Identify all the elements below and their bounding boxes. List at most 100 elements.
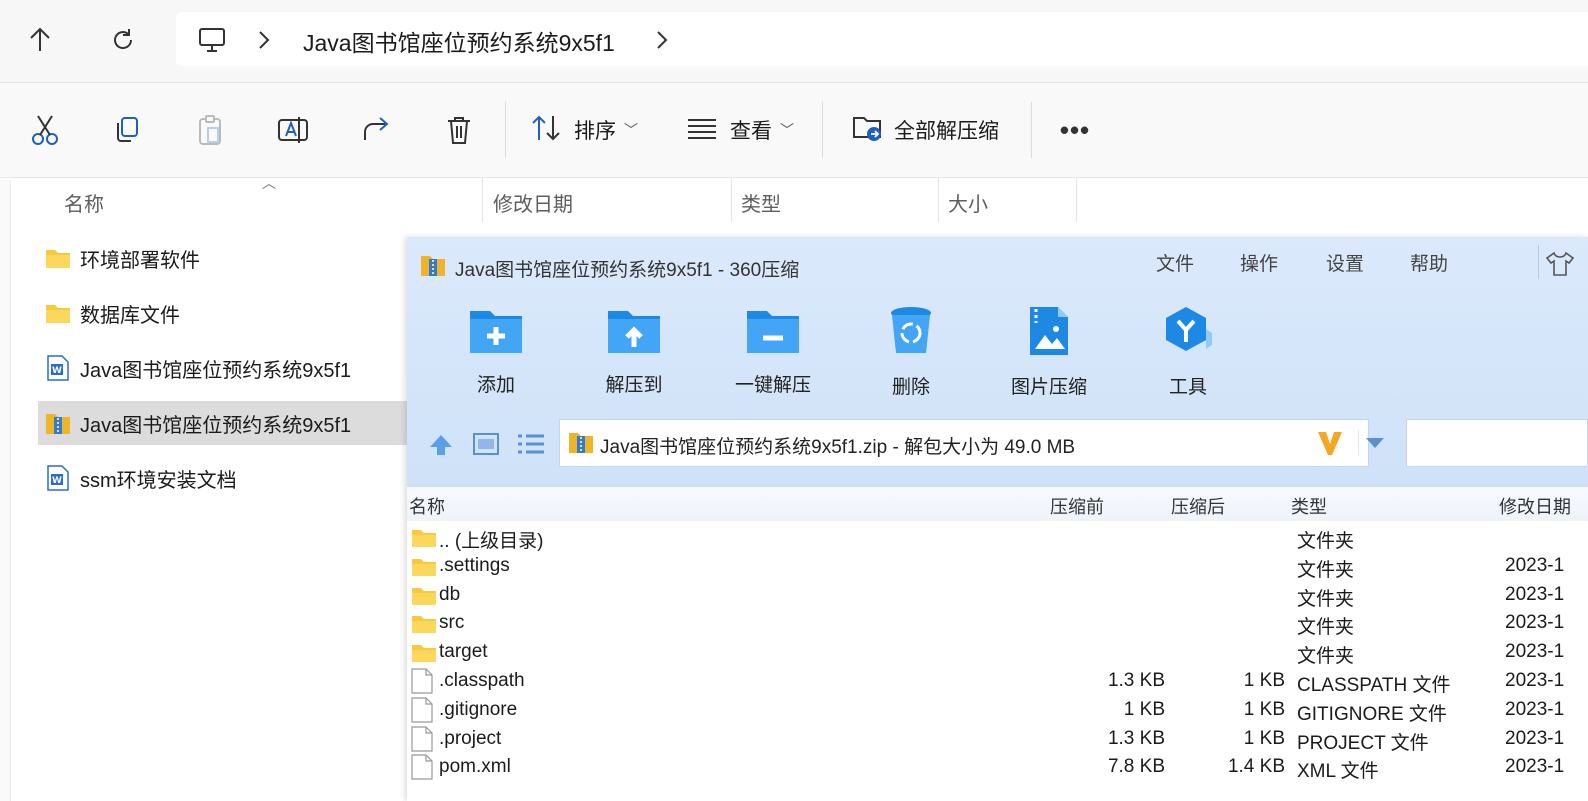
archive-row-type: 文件夹	[1297, 531, 1355, 552]
archive-column-headers: 名称 压缩前 压缩后 类型 修改日期	[407, 487, 1588, 521]
file-name: 环境部署软件	[80, 249, 200, 272]
archive-row-name: .project	[439, 727, 502, 749]
archive-row-type: GITIGNORE 文件	[1297, 703, 1447, 725]
archive-col-date[interactable]: 修改日期	[1499, 493, 1571, 519]
column-divider[interactable]	[1076, 178, 1077, 222]
archive-row-type: PROJECT 文件	[1297, 732, 1429, 754]
more-options-icon[interactable]: •••	[1056, 110, 1094, 150]
archive-row-type: 文件夹	[1297, 617, 1355, 639]
image-compress-button[interactable]: 图片压缩	[994, 305, 1104, 405]
archiver-title: Java图书馆座位预约系统9x5f1 - 360压缩	[455, 260, 800, 281]
cut-icon[interactable]	[24, 110, 66, 150]
delete-icon[interactable]	[438, 110, 480, 150]
up-arrow-icon[interactable]	[22, 22, 58, 58]
archive-row-name: pom.xml	[439, 756, 511, 778]
chevron-down-icon: ﹀	[780, 122, 794, 138]
archive-row[interactable]: .settings 文件夹 2023-1	[407, 552, 1588, 581]
file-row-selected[interactable]: Java图书馆座位预约系统9x5f1	[38, 401, 408, 445]
archive-row-type: 文件夹	[1297, 588, 1355, 610]
column-header-type[interactable]: 类型	[741, 188, 781, 217]
sort-icon	[530, 114, 562, 147]
archive-col-name[interactable]: 名称	[409, 493, 445, 519]
archive-path-bar[interactable]: Java图书馆座位预约系统9x5f1.zip - 解包大小为 49.0 MB	[559, 419, 1384, 467]
zip-archive-icon	[44, 409, 72, 437]
archive-row[interactable]: db 文件夹 2023-1	[407, 581, 1588, 610]
file-row[interactable]: W Java图书馆座位预约系统9x5f1	[38, 346, 408, 390]
folder-icon	[411, 643, 437, 669]
column-divider[interactable]	[938, 178, 939, 222]
file-row[interactable]: 环境部署软件	[38, 236, 408, 280]
archive-row-type: CLASSPATH 文件	[1297, 675, 1451, 696]
this-pc-icon[interactable]	[194, 22, 230, 58]
menu-settings[interactable]: 设置	[1326, 249, 1364, 276]
view-lines-icon	[686, 116, 718, 145]
archive-row-date: 2023-1	[1505, 698, 1565, 720]
archive-row[interactable]: pom.xml 7.8 KB 1.4 KB XML 文件 2023-1	[407, 753, 1588, 782]
archive-search-box[interactable]	[1406, 419, 1588, 467]
tools-label: 工具	[1168, 377, 1207, 398]
navigation-pane-edge	[0, 180, 11, 801]
chevron-right-icon[interactable]	[655, 30, 669, 55]
sort-button[interactable]: 排序 ﹀	[530, 110, 638, 150]
folder-icon	[44, 244, 72, 272]
archive-col-before[interactable]: 压缩前	[1050, 493, 1104, 519]
list-view-icon[interactable]	[517, 433, 545, 460]
archive-row-size-after: 1 KB	[1243, 727, 1285, 749]
folder-icon	[411, 586, 437, 612]
share-icon[interactable]	[355, 110, 397, 150]
extract-all-label: 全部解压缩	[894, 120, 999, 143]
archive-row[interactable]: .classpath 1.3 KB 1 KB CLASSPATH 文件 2023-1	[407, 667, 1588, 696]
breadcrumb-current-folder[interactable]: Java图书馆座位预约系统9x5f1	[303, 24, 615, 58]
archive-row-date: 2023-1	[1505, 612, 1565, 634]
recycle-delete-icon	[889, 305, 933, 362]
file-icon	[411, 754, 433, 786]
verified-v-icon[interactable]	[1316, 429, 1344, 462]
archive-file-list: .. (上级目录) 文件夹 .settings 文件夹 2023-1 db 文件夹 2023-…	[407, 523, 1588, 801]
archive-row-date: 2023-1	[1505, 670, 1565, 691]
column-header-name[interactable]: 名称	[64, 188, 104, 217]
archive-row-size-after: 1 KB	[1243, 670, 1285, 691]
refresh-icon[interactable]	[105, 22, 141, 58]
tools-button[interactable]: 工具	[1133, 305, 1243, 405]
add-button[interactable]: 添加	[441, 305, 551, 405]
archive-row-date: 2023-1	[1505, 583, 1565, 605]
archive-row[interactable]: target 文件夹 2023-1	[407, 638, 1588, 667]
svg-text:W: W	[52, 476, 62, 486]
file-name: 数据库文件	[80, 304, 180, 327]
up-level-icon[interactable]	[428, 433, 454, 462]
archive-row-name: db	[439, 583, 461, 605]
file-row[interactable]: 数据库文件	[38, 291, 408, 335]
archive-row-type: 文件夹	[1297, 559, 1355, 581]
copy-icon[interactable]	[106, 110, 148, 150]
menu-operation[interactable]: 操作	[1240, 249, 1278, 276]
one-click-extract-label: 一键解压	[734, 375, 811, 396]
menu-file[interactable]: 文件	[1156, 249, 1194, 276]
chevron-right-icon[interactable]	[257, 30, 271, 55]
column-divider[interactable]	[482, 178, 483, 222]
column-divider[interactable]	[731, 178, 732, 222]
archive-row[interactable]: src 文件夹 2023-1	[407, 609, 1588, 638]
delete-button[interactable]: 删除	[856, 305, 966, 405]
dropdown-arrow-icon[interactable]	[1365, 436, 1385, 454]
extract-to-button[interactable]: 解压到	[579, 305, 689, 405]
archive-row[interactable]: .gitignore 1 KB 1 KB GITIGNORE 文件 2023-1	[407, 696, 1588, 725]
file-row[interactable]: W ssm环境安装文档	[38, 456, 408, 500]
column-header-size[interactable]: 大小	[948, 188, 988, 217]
extract-all-button[interactable]: 全部解压缩	[852, 110, 999, 150]
archive-col-after[interactable]: 压缩后	[1171, 493, 1225, 519]
command-bar	[0, 83, 1588, 178]
skin-shirt-icon[interactable]	[1545, 251, 1575, 282]
view-button[interactable]: 查看 ﹀	[686, 110, 794, 150]
archive-row[interactable]: .project 1.3 KB 1 KB PROJECT 文件 2023-1	[407, 725, 1588, 754]
word-doc-icon: W	[44, 354, 72, 382]
archive-col-type[interactable]: 类型	[1291, 493, 1327, 519]
one-click-extract-button[interactable]: 一键解压	[718, 305, 828, 405]
paste-icon[interactable]	[189, 110, 231, 150]
thumbnail-view-icon[interactable]	[473, 433, 499, 460]
archive-row-name: src	[439, 612, 465, 634]
archive-row-name: .settings	[439, 554, 510, 576]
menu-help[interactable]: 帮助	[1410, 249, 1448, 276]
archive-row[interactable]: .. (上级目录) 文件夹	[407, 523, 1588, 552]
column-header-date[interactable]: 修改日期	[493, 188, 573, 217]
rename-icon[interactable]	[272, 110, 314, 150]
